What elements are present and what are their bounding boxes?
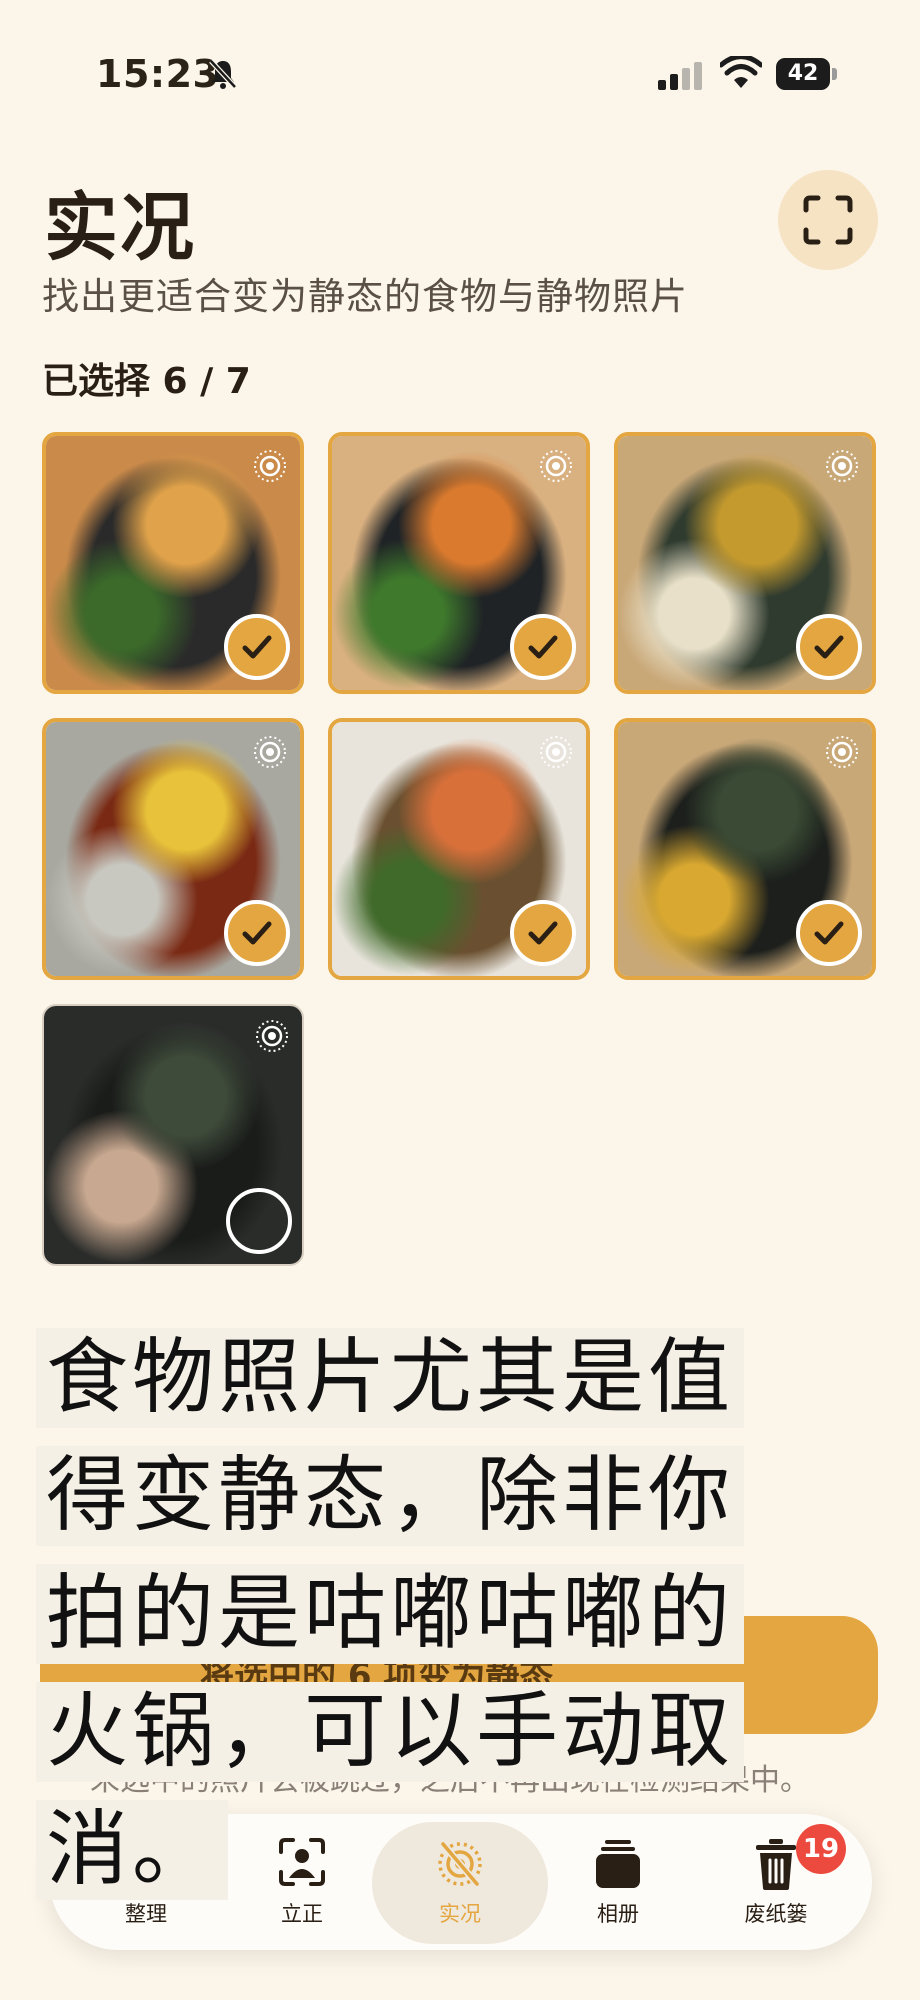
- selection-count: 已选择 6 / 7: [42, 361, 251, 402]
- live-photo-icon: [540, 450, 572, 482]
- signal-icon: [658, 62, 702, 90]
- photo-tile[interactable]: [42, 718, 304, 980]
- selected-check-icon[interactable]: [224, 614, 290, 680]
- battery-icon: 42: [776, 58, 838, 90]
- checkmark-icon: [814, 635, 844, 659]
- wifi-icon: [720, 56, 762, 88]
- live-photo-icon: [540, 736, 572, 768]
- tab-label: 实况: [439, 1902, 481, 1926]
- trash-icon: [756, 1839, 796, 1890]
- live-photo-icon: [826, 736, 858, 768]
- tab-albums[interactable]: 相册: [548, 1828, 688, 1938]
- tab-live[interactable]: 实况: [390, 1828, 530, 1938]
- selected-check-icon[interactable]: [510, 900, 576, 966]
- live-photo-icon: [256, 1020, 288, 1052]
- caption-line: 食物照片尤其是值: [36, 1328, 745, 1428]
- selected-check-icon[interactable]: [510, 614, 576, 680]
- live-photo-icon: [254, 736, 286, 768]
- checkmark-icon: [528, 921, 558, 945]
- selected-check-icon[interactable]: [796, 614, 862, 680]
- album-icon: [596, 1840, 640, 1888]
- status-time: 15:23: [96, 52, 220, 96]
- tab-upright[interactable]: 立正: [232, 1828, 372, 1938]
- photo-tile[interactable]: [328, 718, 590, 980]
- caption-line: 得变静态，除非你: [36, 1446, 745, 1546]
- live-photo-icon: [826, 450, 858, 482]
- caption-line: 消。: [36, 1800, 229, 1900]
- scan-frame-icon: [803, 195, 853, 245]
- photo-tile[interactable]: [614, 718, 876, 980]
- checkmark-icon: [528, 635, 558, 659]
- tab-label: 废纸篓: [744, 1902, 808, 1926]
- checkmark-icon: [814, 921, 844, 945]
- live-off-icon: [438, 1841, 482, 1887]
- trash-count-badge: 19: [796, 1824, 846, 1874]
- photo-tile[interactable]: [328, 432, 590, 694]
- bell-slash-icon: [209, 59, 237, 89]
- tab-label: 相册: [597, 1902, 639, 1926]
- person-frame-icon: [279, 1838, 325, 1886]
- checkmark-icon: [242, 921, 272, 945]
- tab-label: 整理: [125, 1902, 167, 1926]
- tab-label: 立正: [281, 1902, 323, 1926]
- selected-check-icon[interactable]: [796, 900, 862, 966]
- unselected-circle[interactable]: [226, 1188, 292, 1254]
- scan-button[interactable]: [778, 170, 878, 270]
- photo-tile[interactable]: [42, 432, 304, 694]
- selected-check-icon[interactable]: [224, 900, 290, 966]
- page-title: 实况: [44, 185, 196, 271]
- checkmark-icon: [242, 635, 272, 659]
- battery-level: 42: [776, 58, 830, 90]
- photo-tile[interactable]: [42, 1004, 304, 1266]
- live-photo-icon: [254, 450, 286, 482]
- photo-tile[interactable]: [614, 432, 876, 694]
- caption-line: 火锅，可以手动取: [36, 1682, 745, 1782]
- caption-line: 拍的是咕嘟咕嘟的: [36, 1564, 745, 1664]
- page-subtitle: 找出更适合变为静态的食物与静物照片: [42, 275, 688, 318]
